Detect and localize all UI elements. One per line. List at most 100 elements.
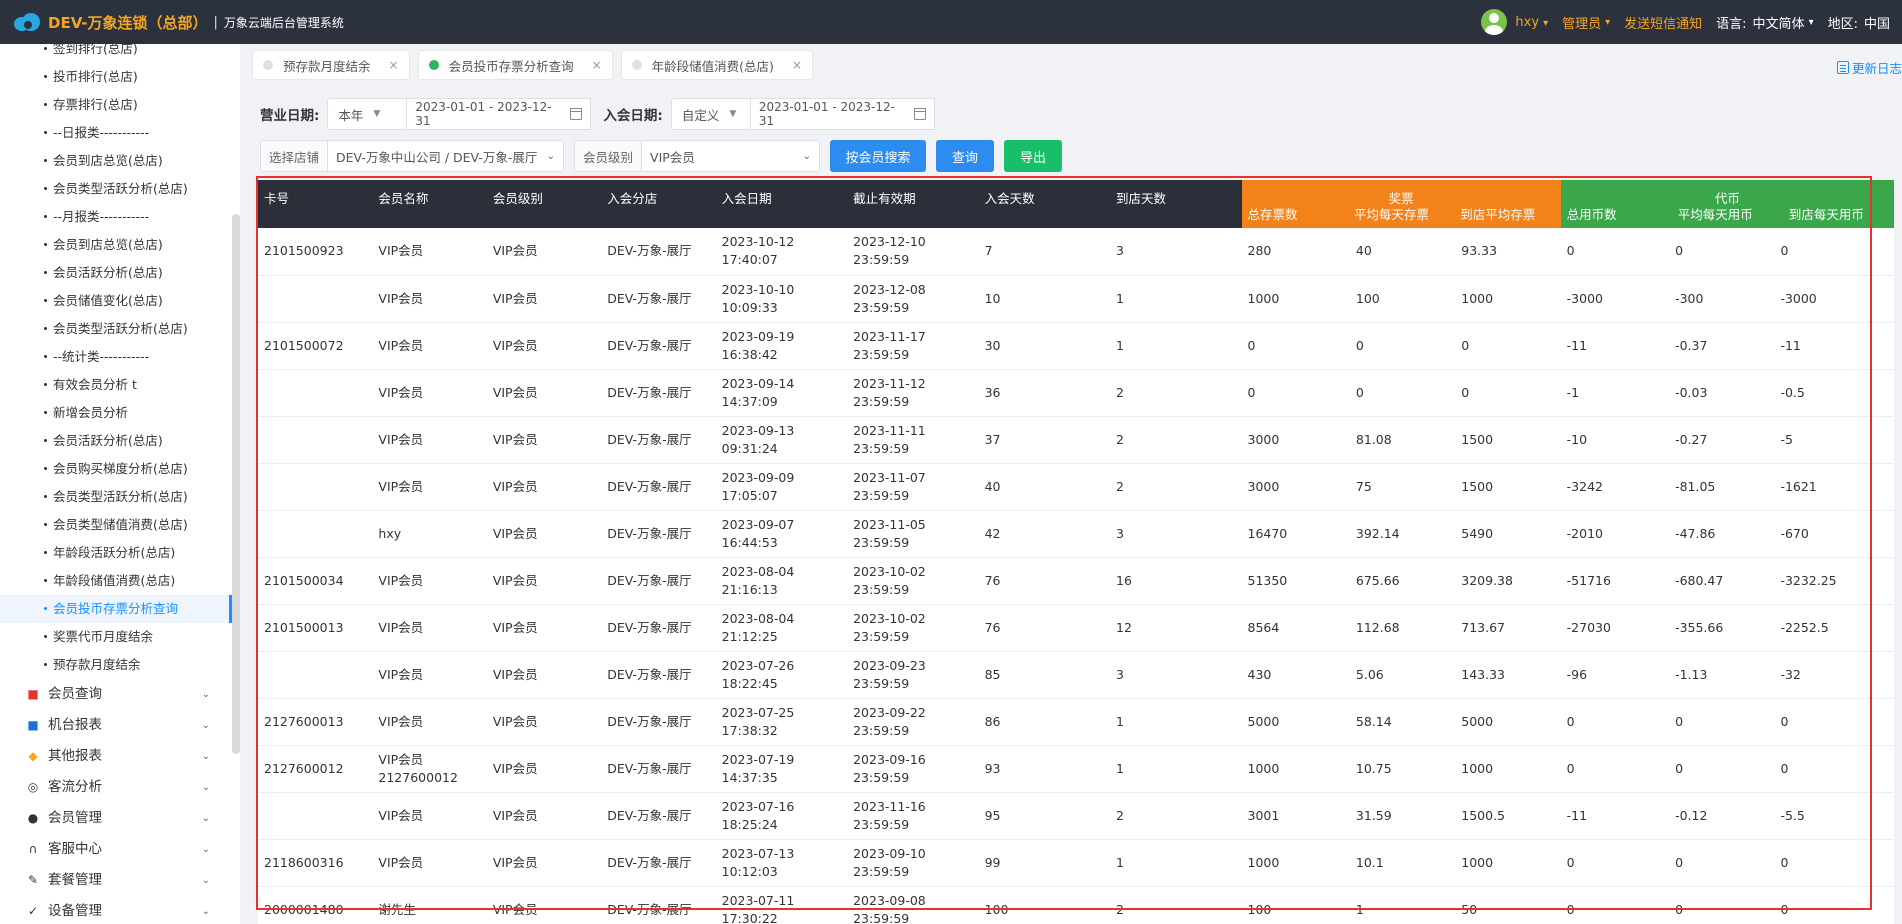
expire-date-value: 2023-09-10 bbox=[853, 845, 926, 861]
sidebar-menu-item[interactable]: ◆ 其他报表 ⌄ bbox=[0, 741, 240, 772]
cell-member-name: hxy bbox=[372, 510, 487, 558]
business-date-preset-value: 本年 bbox=[338, 107, 364, 123]
sidebar-subitem[interactable]: 会员到店总览(总店) bbox=[0, 231, 240, 259]
sidebar-subitem[interactable]: 会员类型活跃分析(总店) bbox=[0, 315, 240, 343]
sidebar-subitem[interactable]: --日报类----------- bbox=[0, 119, 240, 147]
sidebar-subitem[interactable]: 年龄段活跃分析(总店) bbox=[0, 539, 240, 567]
user-menu[interactable]: hxy ▾ bbox=[1515, 15, 1548, 30]
header-join-days[interactable]: 入会天数 bbox=[978, 180, 1111, 228]
sidebar-subitem[interactable]: 会员储值变化(总店) bbox=[0, 287, 240, 315]
header-expire-date[interactable]: 截止有效期 bbox=[847, 180, 979, 228]
header-card-no[interactable]: 卡号 bbox=[258, 180, 373, 228]
expire-date-value: 2023-11-16 bbox=[853, 798, 926, 814]
language-select[interactable]: 中文简体 ▾ bbox=[1753, 13, 1814, 32]
user-name: hxy bbox=[1515, 14, 1540, 30]
header-join-store[interactable]: 入会分店 bbox=[601, 180, 716, 228]
sidebar-menu-item[interactable]: ✓ 设备管理 ⌄ bbox=[0, 896, 240, 924]
business-date-preset-select[interactable]: 本年 ▼ bbox=[327, 98, 408, 130]
sidebar-subitem[interactable]: --统计类----------- bbox=[0, 343, 240, 371]
header-coin-daily[interactable]: 平均每天用币 bbox=[1672, 204, 1783, 223]
sidebar-subitem[interactable]: 签到排行(总店) bbox=[0, 44, 240, 63]
sidebar-subitem[interactable]: 会员到店总览(总店) bbox=[0, 147, 240, 175]
table-row[interactable]: VIP会员 VIP会员 DEV-万象-展厅 2023-07-26 18:22:45 202… bbox=[258, 651, 1894, 699]
table-row[interactable]: 2118600316 VIP会员 VIP会员 DEV-万象-展厅 2023-07-13 1… bbox=[258, 839, 1894, 887]
sidebar-menu-item[interactable]: ■ 机台报表 ⌄ bbox=[0, 710, 240, 741]
store-select[interactable]: DEV-万象中山公司 / DEV-万象-展厅 ⌄ bbox=[328, 140, 565, 172]
table-row[interactable]: VIP会员 VIP会员 DEV-万象-展厅 2023-09-13 09:31:24 202… bbox=[258, 416, 1894, 464]
cell-ticket-per-visit: 1000 bbox=[1455, 275, 1561, 323]
page-tab[interactable]: 预存款月度结余 × bbox=[252, 50, 410, 80]
header-ticket-per-visit[interactable]: 到店平均存票 bbox=[1454, 204, 1560, 223]
table-row[interactable]: hxy VIP会员 DEV-万象-展厅 2023-09-07 16:44:53 2023-… bbox=[258, 510, 1894, 558]
sidebar-subitem[interactable]: 新增会员分析 bbox=[0, 399, 240, 427]
table-row[interactable]: 2101500013 VIP会员 VIP会员 DEV-万象-展厅 2023-08-04 2… bbox=[258, 604, 1894, 652]
query-button[interactable]: 查询 bbox=[936, 140, 995, 172]
member-level-select[interactable]: VIP会员 ⌄ bbox=[642, 140, 821, 172]
business-date-range-input[interactable]: 2023-01-01 - 2023-12-31 bbox=[407, 98, 592, 130]
close-icon[interactable]: × bbox=[389, 58, 399, 72]
sidebar-subitem[interactable]: 会员投币存票分析查询 bbox=[0, 595, 240, 623]
table-row[interactable]: VIP会员 VIP会员 DEV-万象-展厅 2023-09-14 14:37:09 202… bbox=[258, 369, 1894, 417]
sidebar-subitem[interactable]: 会员活跃分析(总店) bbox=[0, 259, 240, 287]
table-row[interactable]: VIP会员 VIP会员 DEV-万象-展厅 2023-07-16 18:25:24 202… bbox=[258, 792, 1894, 840]
header-member-level[interactable]: 会员级别 bbox=[486, 180, 602, 228]
avatar[interactable] bbox=[1481, 9, 1508, 35]
header-coin-per-visit[interactable]: 到店每天用币 bbox=[1783, 204, 1894, 223]
update-log-link[interactable]: 更新日志 bbox=[1836, 58, 1902, 77]
table-row[interactable]: 2127600012 VIP会员 2127600012 VIP会员 DEV-万象-展厅… bbox=[258, 745, 1894, 793]
send-sms-link[interactable]: 发送短信通知 bbox=[1624, 13, 1702, 32]
sidebar-subitem[interactable]: 预存款月度结余 bbox=[0, 651, 240, 679]
sidebar-subitem[interactable]: --月报类----------- bbox=[0, 203, 240, 231]
member-level-label: 会员级别 bbox=[574, 140, 643, 172]
sidebar-subitem[interactable]: 年龄段储值消费(总店) bbox=[0, 567, 240, 595]
sidebar-menu-item[interactable]: ◎ 客流分析 ⌄ bbox=[0, 772, 240, 803]
table-row[interactable]: VIP会员 VIP会员 DEV-万象-展厅 2023-10-10 10:09:33 202… bbox=[258, 275, 1894, 323]
sidebar-menu-item[interactable]: ● 会员管理 ⌄ bbox=[0, 803, 240, 834]
sidebar-menu-item[interactable]: ■ 会员查询 ⌄ bbox=[0, 679, 240, 710]
cell-coin-per-visit: 0 bbox=[1774, 886, 1894, 924]
join-date-range-input[interactable]: 2023-01-01 - 2023-12-31 bbox=[750, 98, 935, 130]
sidebar-menu-item[interactable]: ∩ 客服中心 ⌄ bbox=[0, 834, 240, 865]
sidebar-menu-item[interactable]: ✎ 套餐管理 ⌄ bbox=[0, 865, 240, 896]
header-coin-total[interactable]: 总用币数 bbox=[1561, 204, 1672, 223]
close-icon[interactable]: × bbox=[792, 58, 802, 72]
sidebar-subitem[interactable]: 会员购买梯度分析(总店) bbox=[0, 455, 240, 483]
sidebar-subitem[interactable]: 存票排行(总店) bbox=[0, 91, 240, 119]
table-row[interactable]: 2127600013 VIP会员 VIP会员 DEV-万象-展厅 2023-07-25 1… bbox=[258, 698, 1894, 746]
calendar-icon bbox=[570, 108, 583, 120]
role-menu[interactable]: 管理员 ▾ bbox=[1562, 13, 1610, 32]
table-row[interactable]: 2101500923 VIP会员 VIP会员 DEV-万象-展厅 2023-10-12 1… bbox=[258, 228, 1894, 276]
cell-expire-date: 2023-12-08 23:59:59 bbox=[847, 275, 979, 323]
header-ticket-total[interactable]: 总存票数 bbox=[1242, 204, 1348, 223]
table-row[interactable]: 2101500072 VIP会员 VIP会员 DEV-万象-展厅 2023-09-19 1… bbox=[258, 322, 1894, 370]
sidebar-subitem[interactable]: 会员类型储值消费(总店) bbox=[0, 511, 240, 539]
cell-ticket-total: 16470 bbox=[1241, 510, 1350, 558]
sidebar-subitem[interactable]: 会员类型活跃分析(总店) bbox=[0, 175, 240, 203]
table-row[interactable]: 2000001480 谢先生 VIP会员 DEV-万象-展厅 2023-07-11 17:… bbox=[258, 886, 1894, 924]
search-by-member-button[interactable]: 按会员搜索 bbox=[830, 140, 927, 172]
table-row[interactable]: 2101500034 VIP会员 VIP会员 DEV-万象-展厅 2023-08-04 2… bbox=[258, 557, 1894, 605]
cell-visit-days: 1 bbox=[1110, 322, 1242, 370]
export-button[interactable]: 导出 bbox=[1004, 140, 1063, 172]
sidebar-subitem[interactable]: 会员类型活跃分析(总店) bbox=[0, 483, 240, 511]
sidebar-subitem[interactable]: 奖票代币月度结余 bbox=[0, 623, 240, 651]
table-row[interactable]: VIP会员 VIP会员 DEV-万象-展厅 2023-09-09 17:05:07 202… bbox=[258, 463, 1894, 511]
header-visit-days[interactable]: 到店天数 bbox=[1110, 180, 1242, 228]
header-member-name[interactable]: 会员名称 bbox=[372, 180, 487, 228]
close-icon[interactable]: × bbox=[592, 58, 602, 72]
join-time-value: 17:38:32 bbox=[721, 722, 778, 738]
chevron-down-icon: ⌄ bbox=[802, 150, 812, 162]
header-ticket-daily[interactable]: 平均每天存票 bbox=[1348, 204, 1454, 223]
page-tab[interactable]: 年龄段储值消费(总店) × bbox=[620, 50, 813, 80]
join-date-value: 2023-07-16 bbox=[721, 798, 795, 814]
sidebar-subitem[interactable]: 有效会员分析 t bbox=[0, 371, 240, 399]
join-date-preset-select[interactable]: 自定义 ▼ bbox=[670, 98, 751, 130]
sidebar-menu-label: 会员查询 bbox=[48, 686, 102, 702]
sidebar-scrollbar[interactable] bbox=[232, 214, 240, 754]
sidebar-subitem[interactable]: 会员活跃分析(总店) bbox=[0, 427, 240, 455]
header-join-date[interactable]: 入会日期 bbox=[715, 180, 848, 228]
region-value[interactable]: 中国 bbox=[1864, 13, 1890, 32]
sidebar-subitem[interactable]: 投币排行(总店) bbox=[0, 63, 240, 91]
chevron-down-icon: ▾ bbox=[1605, 16, 1611, 28]
page-tab[interactable]: 会员投币存票分析查询 × bbox=[417, 50, 613, 80]
